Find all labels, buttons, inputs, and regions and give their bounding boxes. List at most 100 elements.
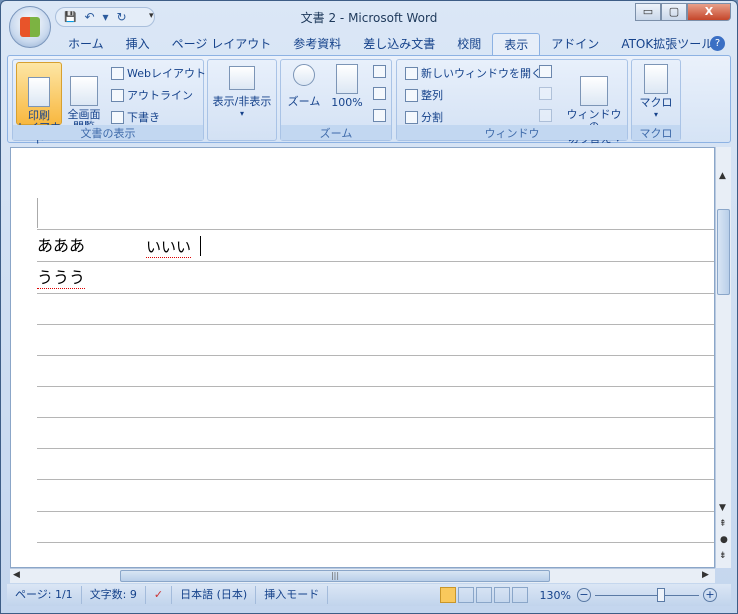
- zoom-button[interactable]: ズーム: [285, 62, 323, 108]
- zoom-slider[interactable]: [595, 587, 699, 602]
- zoom-in-icon[interactable]: +: [703, 588, 717, 602]
- proofing-icon[interactable]: ✓: [146, 586, 173, 604]
- one-page-button[interactable]: [373, 65, 386, 78]
- horizontal-scroll-thumb[interactable]: |||: [120, 570, 550, 582]
- doc-text: ううう: [37, 264, 86, 289]
- side-by-side-button[interactable]: [539, 65, 552, 78]
- save-icon[interactable]: 💾: [64, 12, 76, 23]
- magnifier-icon: [293, 64, 315, 86]
- tab-atok[interactable]: ATOK拡張ツール: [610, 33, 724, 55]
- language[interactable]: 日本語 (日本): [172, 586, 257, 604]
- view-buttons: [434, 587, 534, 603]
- scroll-left-icon[interactable]: ◀: [13, 570, 20, 580]
- browse-object-icon[interactable]: ●: [720, 535, 728, 545]
- one-page-icon: [373, 65, 386, 78]
- word-count[interactable]: 文字数: 9: [82, 586, 146, 604]
- doc-text: いいい: [146, 238, 192, 258]
- arrange-all-button[interactable]: 整列: [405, 87, 443, 103]
- tab-references[interactable]: 参考資料: [282, 33, 352, 55]
- ribbon-tabs: ホーム 挿入 ページ レイアウト 参考資料 差し込み文書 校閲 表示 アドイン …: [57, 33, 737, 55]
- vertical-scroll-thumb[interactable]: [717, 209, 730, 295]
- show-hide-button[interactable]: 表示/非表示 ▾: [208, 62, 276, 140]
- tab-home[interactable]: ホーム: [57, 33, 115, 55]
- page-count[interactable]: ページ: 1/1: [7, 586, 82, 604]
- previous-page-icon[interactable]: ⇞: [719, 519, 727, 529]
- tab-addins[interactable]: アドイン: [540, 33, 610, 55]
- document-page[interactable]: あああ いいい ううう: [10, 147, 715, 568]
- sync-scroll-icon: [539, 87, 552, 100]
- web-view-icon[interactable]: [475, 587, 492, 603]
- zoom-slider-thumb[interactable]: [657, 587, 665, 602]
- group-label: マクロ: [632, 125, 680, 140]
- tab-mailings[interactable]: 差し込み文書: [352, 33, 446, 55]
- insert-mode[interactable]: 挿入モード: [256, 586, 329, 604]
- ribbon: 印刷 レイアウト 全画面 閲覧 Webレイアウト アウトライン 下書き 文書の表…: [7, 55, 731, 146]
- page-width-icon: [373, 109, 386, 122]
- minimize-button[interactable]: ▭: [635, 3, 661, 21]
- zoom-level[interactable]: 130%: [534, 589, 577, 602]
- page-100-icon: [336, 64, 358, 94]
- macro-icon: [644, 64, 668, 94]
- close-button[interactable]: X: [687, 3, 731, 21]
- tab-view[interactable]: 表示: [492, 33, 541, 55]
- office-logo-icon: [20, 17, 40, 37]
- web-layout-icon: [111, 66, 124, 80]
- group-show-hide: 表示/非表示 ▾: [207, 59, 277, 141]
- undo-dropdown-icon[interactable]: ▾: [103, 10, 109, 24]
- full-screen-reading-icon: [70, 76, 98, 106]
- print-layout-view-icon[interactable]: [439, 587, 456, 603]
- maximize-button[interactable]: ▢: [661, 3, 687, 21]
- page-width-button[interactable]: [373, 109, 386, 122]
- split-icon: [405, 110, 418, 124]
- macros-button[interactable]: マクロ ▾: [635, 62, 677, 121]
- sync-scroll-button[interactable]: [539, 87, 552, 100]
- outline-icon: [111, 88, 124, 102]
- vertical-scrollbar[interactable]: ▲ ▼ ⇞ ● ⇟: [715, 147, 731, 568]
- arrange-icon: [405, 88, 418, 102]
- reset-position-button[interactable]: [539, 109, 552, 122]
- print-layout-icon: [28, 77, 50, 107]
- draft-view-icon[interactable]: [511, 587, 528, 603]
- outline-view-icon[interactable]: [493, 587, 510, 603]
- redo-icon[interactable]: ↻: [117, 10, 127, 24]
- two-pages-button[interactable]: [373, 87, 386, 100]
- group-document-views: 印刷 レイアウト 全画面 閲覧 Webレイアウト アウトライン 下書き 文書の表…: [12, 59, 206, 146]
- draft-icon: [111, 110, 124, 124]
- group-label: ズーム: [281, 125, 391, 140]
- group-window: 新しいウィンドウを開く 整列 分割 ウィンドウの 切り替え ▾ ウィンドウ: [396, 59, 628, 145]
- reset-position-icon: [539, 109, 552, 122]
- full-screen-view-icon[interactable]: [457, 587, 474, 603]
- next-page-icon[interactable]: ⇟: [719, 551, 727, 561]
- scroll-down-icon[interactable]: ▼: [719, 503, 726, 513]
- split-button[interactable]: 分割: [405, 109, 443, 125]
- customize-qat-icon[interactable]: ▾: [149, 11, 154, 21]
- full-screen-reading-button[interactable]: 全画面 閲覧: [65, 62, 103, 133]
- two-pages-icon: [373, 87, 386, 100]
- print-layout-button[interactable]: 印刷 レイアウト: [16, 62, 62, 146]
- horizontal-scrollbar[interactable]: ◀ ||| ▶: [10, 568, 715, 583]
- group-label: ウィンドウ: [397, 125, 627, 140]
- help-icon[interactable]: ?: [710, 36, 725, 51]
- margin-marker: [37, 198, 38, 228]
- switch-windows-icon: [580, 76, 608, 106]
- outline-button[interactable]: アウトライン: [111, 87, 193, 103]
- group-macros: マクロ ▾ マクロ: [631, 59, 681, 141]
- scroll-right-icon[interactable]: ▶: [702, 570, 709, 580]
- draft-button[interactable]: 下書き: [111, 109, 160, 125]
- status-bar: ページ: 1/1 文字数: 9 ✓ 日本語 (日本) 挿入モード 130% − …: [7, 584, 731, 606]
- show-hide-icon: [229, 66, 255, 90]
- group-label: 文書の表示: [13, 125, 203, 140]
- tab-page-layout[interactable]: ページ レイアウト: [161, 33, 283, 55]
- zoom-100-button[interactable]: 100%: [327, 62, 367, 109]
- text-cursor: [200, 236, 201, 256]
- new-window-button[interactable]: 新しいウィンドウを開く: [405, 65, 542, 81]
- tab-insert[interactable]: 挿入: [115, 33, 161, 55]
- doc-text: あああ: [37, 236, 86, 255]
- web-layout-button[interactable]: Webレイアウト: [111, 65, 206, 81]
- scroll-up-icon[interactable]: ▲: [719, 171, 726, 181]
- new-window-icon: [405, 66, 418, 80]
- tab-review[interactable]: 校閲: [446, 33, 492, 55]
- zoom-out-icon[interactable]: −: [577, 588, 591, 602]
- office-button[interactable]: [9, 6, 51, 48]
- undo-icon[interactable]: ↶: [84, 10, 94, 24]
